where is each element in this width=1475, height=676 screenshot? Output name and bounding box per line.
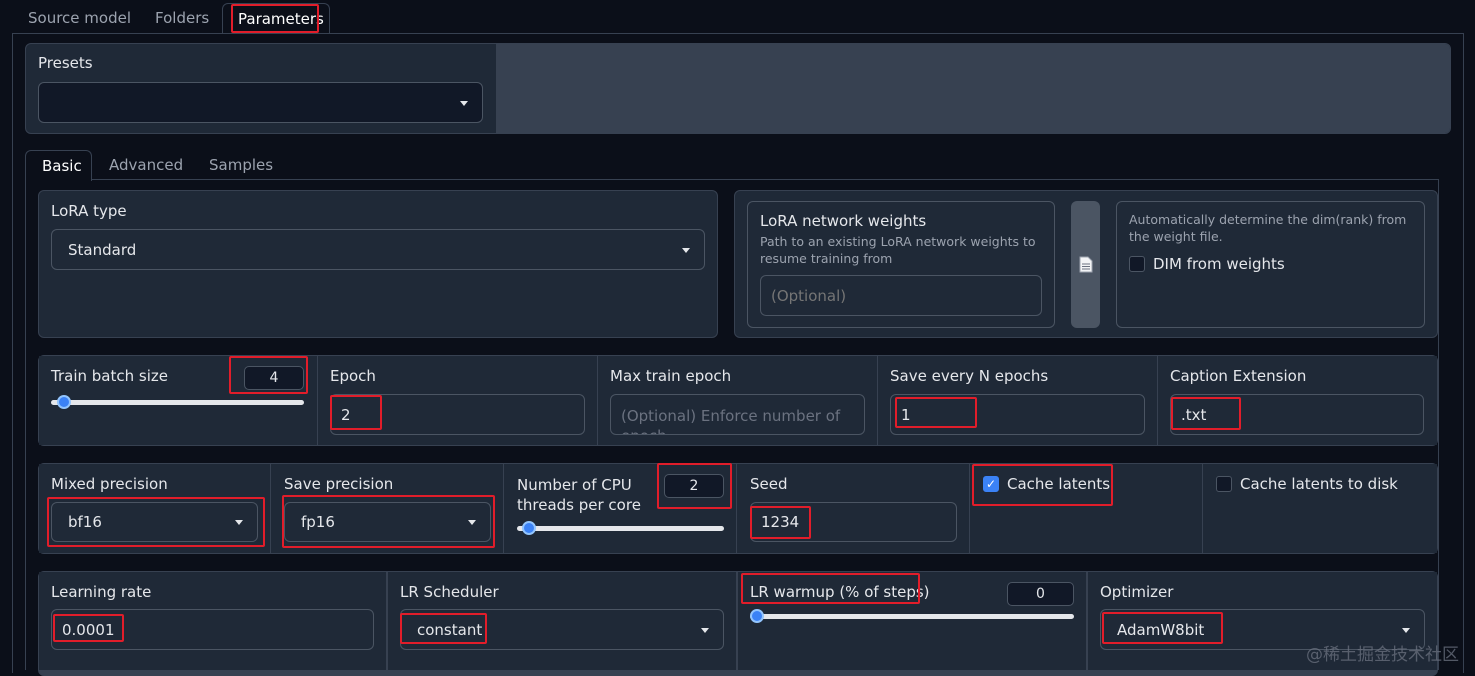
tab-parameters[interactable]: Parameters (222, 3, 330, 34)
max-train-epoch-input[interactable]: (Optional) Enforce number of epoch (610, 394, 865, 435)
lr-scheduler-label: LR Scheduler (400, 583, 499, 601)
dim-from-weights-description: Automatically determine the dim(rank) fr… (1129, 212, 1407, 244)
train-batch-size-label: Train batch size (51, 367, 168, 385)
train-batch-size-input[interactable]: 4 (244, 366, 304, 390)
learning-rate-label: Learning rate (51, 583, 152, 601)
epoch-input[interactable]: 2 (330, 394, 585, 435)
cpu-threads-slider[interactable] (517, 526, 724, 531)
lora-network-weights-description: Path to an existing LoRA network weights… (760, 234, 1036, 266)
tab-samples[interactable]: Samples (209, 156, 273, 174)
chevron-down-icon (235, 520, 243, 525)
caption-extension-label: Caption Extension (1170, 367, 1307, 385)
dim-from-weights-checkbox[interactable] (1129, 256, 1145, 272)
caption-extension-input[interactable]: .txt (1170, 394, 1424, 435)
lr-warmup-input[interactable]: 0 (1007, 582, 1074, 606)
save-precision-dropdown[interactable]: fp16 (284, 502, 491, 542)
train-batch-size-slider[interactable] (51, 400, 304, 405)
tab-source-model[interactable]: Source model (28, 9, 131, 27)
cache-latents-to-disk-label: Cache latents to disk (1240, 475, 1398, 493)
chevron-down-icon (460, 100, 468, 106)
save-precision-label: Save precision (284, 475, 394, 493)
save-every-n-epochs-label: Save every N epochs (890, 367, 1049, 385)
lora-network-weights-input[interactable] (760, 275, 1042, 316)
lr-warmup-slider[interactable] (750, 614, 1074, 619)
optimizer-label: Optimizer (1100, 583, 1174, 601)
tab-folders[interactable]: Folders (155, 9, 209, 27)
tab-advanced[interactable]: Advanced (109, 156, 183, 174)
chevron-down-icon (468, 520, 476, 525)
epoch-label: Epoch (330, 367, 376, 385)
dim-from-weights-label: DIM from weights (1153, 255, 1285, 273)
chevron-down-icon (1402, 627, 1410, 633)
seed-label: Seed (750, 475, 788, 493)
train-batch-size-slider-thumb[interactable] (57, 395, 71, 409)
max-train-epoch-label: Max train epoch (610, 367, 732, 385)
learning-rate-input[interactable]: 0.0001 (51, 609, 374, 650)
presets-dropdown[interactable] (38, 82, 483, 123)
lora-type-dropdown[interactable]: Standard (51, 229, 705, 270)
watermark: @稀土掘金技术社区 (1306, 645, 1459, 665)
presets-label: Presets (38, 54, 93, 72)
save-every-n-epochs-input[interactable]: 1 (890, 394, 1145, 435)
lr-scheduler-dropdown[interactable]: constant (400, 609, 724, 650)
lr-warmup-slider-thumb[interactable] (750, 609, 764, 623)
seed-input[interactable]: 1234 (750, 502, 957, 542)
lr-warmup-label: LR warmup (% of steps) (750, 583, 930, 601)
cache-latents-to-disk-checkbox[interactable] (1216, 476, 1232, 492)
cache-latents-checkbox[interactable]: ✓ (983, 476, 999, 492)
mixed-precision-dropdown[interactable]: bf16 (51, 502, 258, 542)
cpu-threads-label: Number of CPU threads per core (517, 476, 641, 514)
chevron-down-icon (682, 247, 690, 253)
lora-type-label: LoRA type (51, 202, 127, 220)
document-icon (1079, 256, 1092, 273)
cpu-threads-slider-thumb[interactable] (522, 521, 536, 535)
tab-basic[interactable]: Basic (25, 150, 92, 181)
mixed-precision-label: Mixed precision (51, 475, 168, 493)
cpu-threads-input[interactable]: 2 (664, 474, 724, 498)
chevron-down-icon (701, 627, 709, 633)
lora-network-weights-label: LoRA network weights (760, 212, 927, 230)
file-browse-button[interactable] (1071, 201, 1100, 328)
cache-latents-label: Cache latents (1007, 475, 1111, 493)
